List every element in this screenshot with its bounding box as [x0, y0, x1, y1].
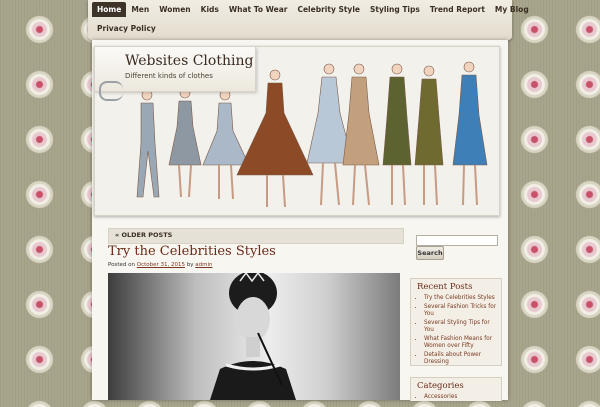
nav-item-home[interactable]: Home	[92, 2, 127, 17]
nav-item-women[interactable]: Women	[154, 2, 195, 17]
posted-on-label: Posted on	[108, 262, 135, 268]
site-title[interactable]: Websites Clothing	[125, 53, 253, 69]
post-date-link[interactable]: October 31, 2015	[137, 262, 185, 268]
categories-widget: Categories Accessories	[410, 377, 502, 401]
nav-item-what-to-wear[interactable]: What To Wear	[224, 2, 293, 17]
nav-item-trend-report[interactable]: Trend Report	[425, 2, 490, 17]
categories-heading: Categories	[417, 381, 464, 391]
post-featured-image	[108, 273, 400, 400]
fashion-figure	[452, 61, 488, 206]
search-input[interactable]	[416, 235, 498, 246]
site-description: Different kinds of clothes	[125, 72, 213, 80]
nav-row-secondary: Privacy Policy	[92, 20, 161, 37]
portrait-illustration	[210, 273, 296, 400]
main-navigation: Home Men Women Kids What To Wear Celebri…	[88, 0, 529, 40]
fashion-figure	[202, 89, 250, 200]
recent-posts-heading: Recent Posts	[417, 282, 473, 292]
post-author-link[interactable]: admin	[195, 262, 212, 268]
search-button[interactable]: Search	[416, 246, 444, 260]
nav-item-kids[interactable]: Kids	[196, 2, 224, 17]
fashion-figure	[306, 63, 354, 206]
nav-item-men[interactable]: Men	[126, 2, 154, 17]
fashion-figure	[168, 87, 202, 198]
recent-posts-list: Try the Celebrities Styles Several Fashi…	[411, 295, 501, 372]
recent-post-item[interactable]: Details about Power Dressing	[424, 352, 497, 366]
recent-post-item[interactable]: Try the Celebrities Styles	[424, 295, 497, 302]
recent-post-item[interactable]: Several Styling Tips for You	[424, 320, 497, 334]
recent-post-item[interactable]: What Fashion Means for Women over Fifty	[424, 336, 497, 350]
recent-post-item[interactable]: Several Fashion Tricks for You	[424, 304, 497, 318]
fashion-figure	[342, 63, 380, 206]
post-title[interactable]: Try the Celebrities Styles	[108, 244, 276, 259]
fashion-figure	[382, 63, 412, 206]
recent-posts-widget: Recent Posts Try the Celebrities Styles …	[410, 278, 502, 366]
nav-item-privacy-policy[interactable]: Privacy Policy	[92, 21, 161, 36]
nav-item-styling-tips[interactable]: Styling Tips	[365, 2, 425, 17]
site-header: Websites Clothing Different kinds of clo…	[94, 46, 500, 216]
by-label: by	[186, 262, 194, 268]
post-meta: Posted on October 31, 2015 by admin	[108, 262, 212, 268]
fashion-figure	[414, 65, 444, 206]
site-branding: Websites Clothing Different kinds of clo…	[95, 47, 256, 101]
nav-item-my-blog[interactable]: My Blog	[490, 2, 534, 17]
paperclip-icon	[99, 81, 123, 101]
fashion-figure	[136, 89, 160, 198]
nav-row-primary: Home Men Women Kids What To Wear Celebri…	[92, 0, 534, 19]
categories-list: Accessories	[411, 394, 501, 407]
older-posts-bar: « OLDER POSTS	[108, 228, 404, 244]
nav-item-celebrity-style[interactable]: Celebrity Style	[292, 2, 365, 17]
older-posts-link[interactable]: « OLDER POSTS	[115, 231, 172, 239]
